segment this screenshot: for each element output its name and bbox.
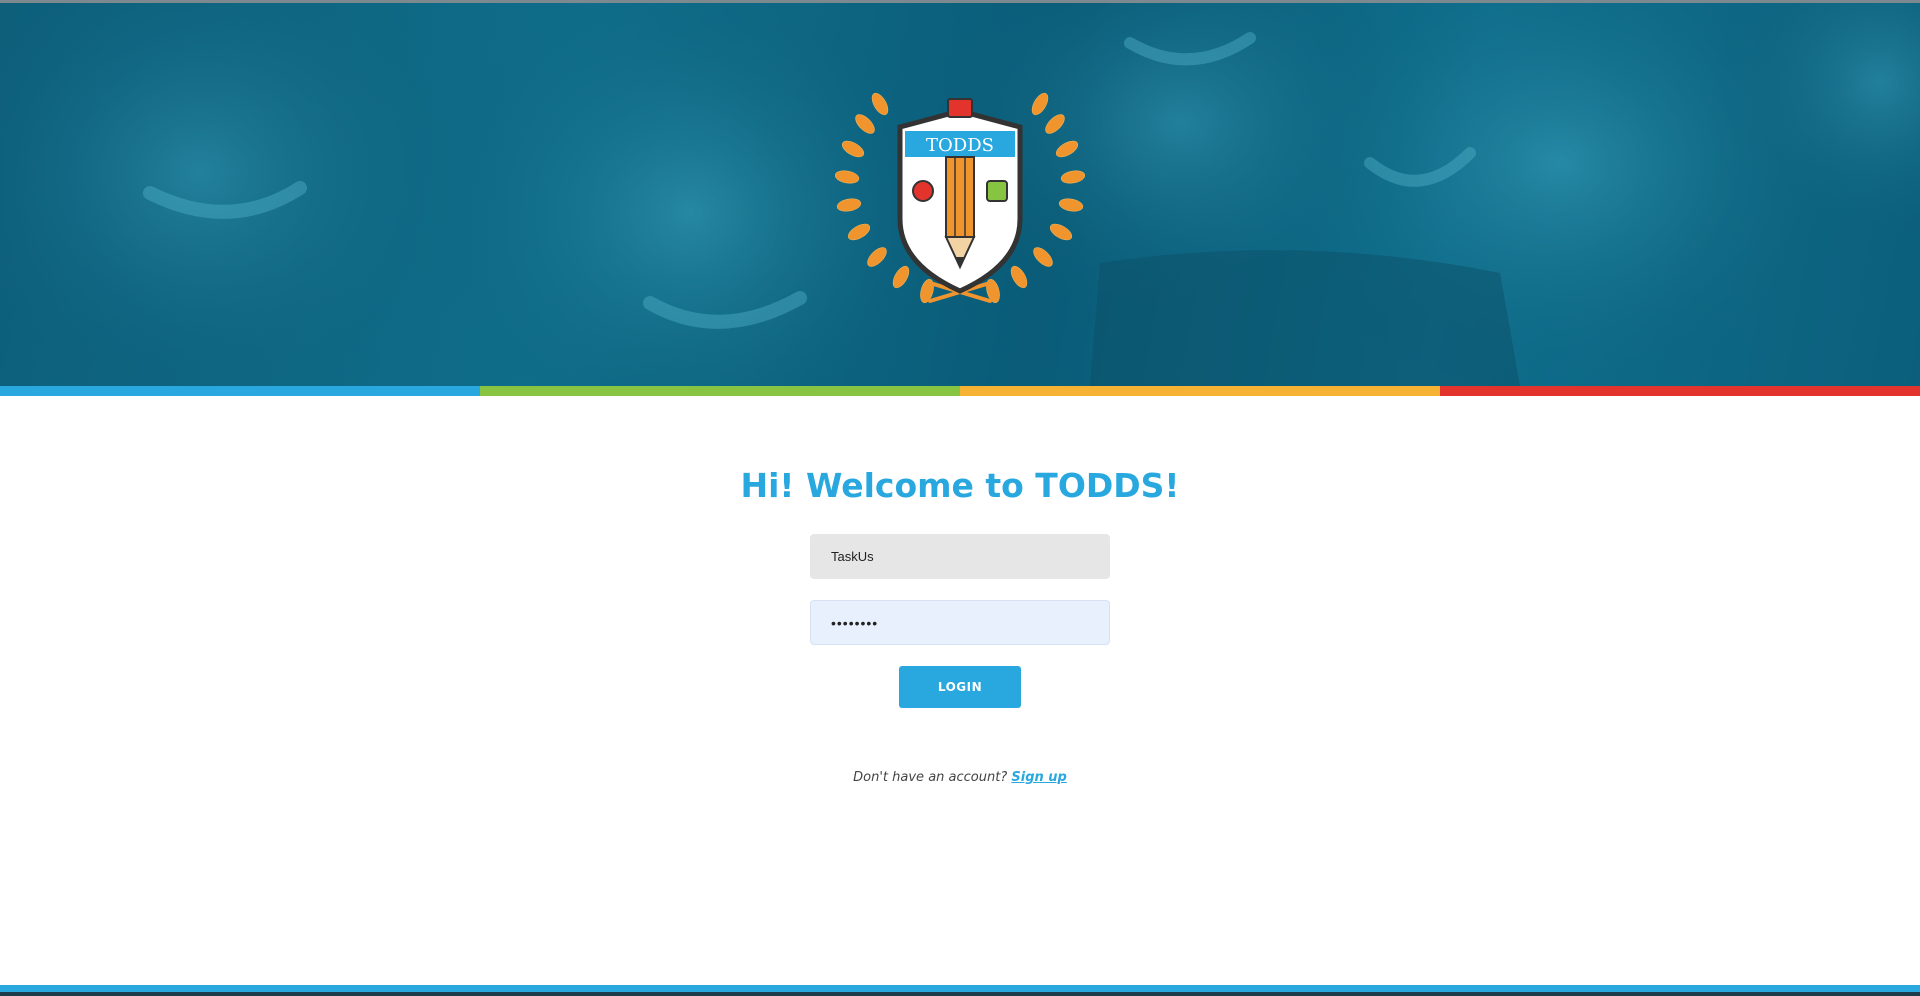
todds-crest-logo: TODDS bbox=[835, 92, 1085, 303]
stripe-red bbox=[1440, 386, 1920, 396]
hero-banner: TODDS bbox=[0, 3, 1920, 386]
signup-row: Don't have an account? Sign up bbox=[0, 770, 1920, 785]
footer-bar-edge bbox=[0, 992, 1920, 996]
signup-link[interactable]: Sign up bbox=[1011, 770, 1066, 785]
stripe-yellow bbox=[960, 386, 1440, 396]
stripe-green bbox=[480, 386, 960, 396]
password-field[interactable] bbox=[810, 600, 1110, 645]
login-page: TODDS Hi! Welcome to TODDS! LOGIN Don't … bbox=[0, 0, 1920, 996]
stripe-blue bbox=[0, 386, 480, 396]
signup-prompt: Don't have an account? bbox=[853, 770, 1008, 785]
login-form: Hi! Welcome to TODDS! LOGIN Don't have a… bbox=[0, 396, 1920, 986]
login-button[interactable]: LOGIN bbox=[899, 666, 1021, 708]
color-stripe bbox=[0, 386, 1920, 396]
username-field[interactable] bbox=[810, 534, 1110, 579]
svg-text:TODDS: TODDS bbox=[926, 135, 994, 156]
welcome-title: Hi! Welcome to TODDS! bbox=[740, 466, 1180, 505]
